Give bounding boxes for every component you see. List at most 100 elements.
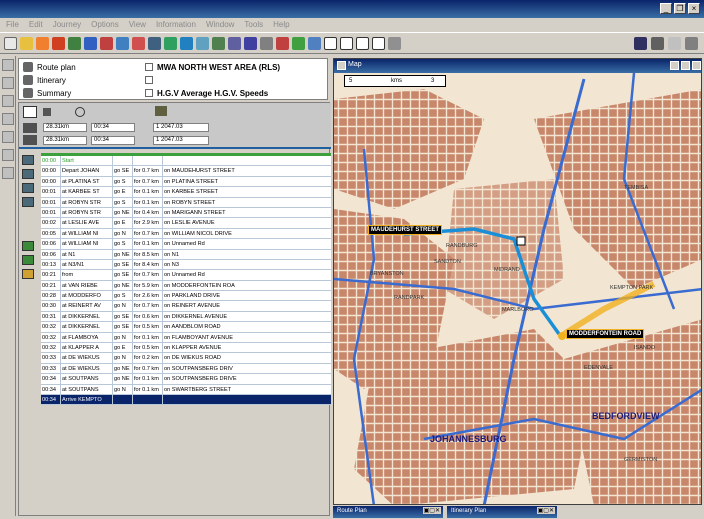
menu-information[interactable]: Information — [156, 20, 196, 30]
strip-button-3[interactable] — [2, 95, 14, 107]
table-row[interactable]: 00:06 at N1 go NE for 8.5 km on N1 — [41, 249, 331, 260]
minimize-button[interactable]: _ — [660, 3, 672, 14]
table-row[interactable]: 00:33 at DE WIEKUS go NE for 0.7 km on SOUTP… — [41, 363, 331, 375]
route-icon[interactable] — [36, 36, 49, 50]
table-row[interactable]: 00:02 at LESLIE AVE go Efor 2.9 km on LESLI… — [41, 218, 331, 229]
table-row[interactable]: 00:01 at ROBYN STR go Sfor 0.1 km on ROBYN … — [41, 197, 331, 208]
grid-icon[interactable] — [372, 36, 385, 50]
speed-checkbox[interactable] — [145, 89, 153, 97]
itinerary-window-controls[interactable]: ▣▢✕ — [536, 507, 555, 514]
table-row[interactable]: 00:00 Depart JOHAN go SE for 0.7 km on MAUDE… — [41, 166, 331, 177]
print-icon[interactable] — [148, 36, 161, 50]
side-tool-4[interactable] — [22, 197, 34, 207]
help-icon[interactable] — [668, 37, 681, 50]
route-plan-window-controls[interactable]: ▣▢✕ — [422, 507, 441, 514]
start-street-tag[interactable]: MAUDEHURST STREET — [368, 225, 443, 235]
end-marker[interactable] — [558, 332, 566, 340]
window-icon[interactable] — [324, 36, 337, 50]
summary-label[interactable]: Summary — [37, 89, 71, 98]
pin-icon[interactable] — [132, 36, 145, 50]
menu-help[interactable]: Help — [273, 20, 289, 30]
menu-file[interactable]: File — [6, 20, 19, 30]
arrow-icon[interactable] — [308, 36, 321, 50]
strip-button-1[interactable] — [2, 59, 14, 71]
strip-button-7[interactable] — [2, 167, 14, 179]
table-row[interactable]: 00:34 Arrive KEMPTO — [41, 394, 331, 406]
pan-icon[interactable] — [196, 36, 209, 50]
table-row[interactable]: 00:05 at WILLIAM NI go Nfor 0.7 km on WILLI… — [41, 228, 331, 240]
strip-button-2[interactable] — [2, 77, 14, 89]
table-row[interactable]: 00:06 at WILLIAM NI go Sfor 0.1 km on Unnam… — [41, 239, 331, 250]
table-row[interactable]: 00:30 at REINERT AV go Nfor 0.7 km on REINE… — [41, 301, 331, 312]
route-plan-label[interactable]: Route plan — [37, 63, 76, 72]
menu-options[interactable]: Options — [91, 20, 119, 30]
new-icon[interactable] — [4, 36, 17, 50]
table-row[interactable]: 00:33 at DE WIEKUS go Nfor 0.2 km on DE WIE… — [41, 353, 331, 364]
table-row[interactable]: 00:21 from go SE for 0.7 km on Unnamed Rd — [41, 270, 331, 281]
table-row[interactable]: 00:28 at MODDERFO go Sfor 2.6 km on PARKLAN… — [41, 291, 331, 302]
table-row[interactable]: 00:01 at KARBEE ST go Efor 0.1 km on KARBEE… — [41, 187, 331, 198]
settings-icon[interactable] — [84, 36, 97, 50]
cross-icon[interactable] — [276, 36, 289, 50]
map-maximize-button[interactable] — [681, 61, 690, 70]
restore-button[interactable]: ❐ — [674, 3, 686, 14]
strip-button-5[interactable] — [2, 131, 14, 143]
table-row[interactable]: 00:21 at VAN RIEBE go NE for 5.9 km on MODDE… — [41, 280, 331, 292]
truck-icon[interactable] — [212, 36, 225, 50]
flag-icon[interactable] — [100, 36, 113, 50]
map-canvas[interactable] — [334, 59, 702, 505]
cascade-icon[interactable] — [356, 36, 369, 50]
side-tool-2[interactable] — [22, 169, 34, 179]
key-icon[interactable] — [388, 36, 401, 50]
route-plan-minimized[interactable]: Route Plan ▣▢✕ — [333, 506, 443, 518]
table-row[interactable]: 00:01 at ROBYN STR go NE for 0.4 km on MARIG… — [41, 207, 331, 219]
itinerary-minimized[interactable]: Itinerary Plan ▣▢✕ — [447, 506, 557, 518]
menu-edit[interactable]: Edit — [29, 20, 43, 30]
itinerary-label[interactable]: Itinerary — [37, 76, 66, 85]
plus-icon[interactable] — [292, 36, 305, 50]
side-tool-1[interactable] — [22, 155, 34, 165]
table-row[interactable]: 00:32 at DIKKERNEL go SE for 0.5 km on AANDB… — [41, 322, 331, 333]
stop-icon[interactable] — [52, 36, 65, 50]
menu-view[interactable]: View — [129, 20, 146, 30]
pencil-icon[interactable] — [260, 36, 273, 50]
globe-icon[interactable] — [116, 36, 129, 50]
map-system-icon[interactable] — [337, 61, 346, 70]
strip-button-4[interactable] — [2, 113, 14, 125]
close-button[interactable]: × — [688, 3, 700, 14]
map-icon[interactable] — [164, 36, 177, 50]
strip-button-6[interactable] — [2, 149, 14, 161]
menu-window[interactable]: Window — [206, 20, 234, 30]
row-description: at PLATINA ST — [61, 176, 113, 187]
menu-tools[interactable]: Tools — [244, 20, 263, 30]
end-street-tag[interactable]: MODDERFONTEIN ROAD — [566, 329, 645, 339]
table-row[interactable]: 00:00 at PLATINA ST go Sfor 0.7 km on PLATI… — [41, 176, 331, 188]
poi-marker[interactable] — [516, 236, 526, 246]
map-minimize-button[interactable] — [670, 61, 679, 70]
side-tool-3[interactable] — [22, 183, 34, 193]
table-row[interactable]: 00:34 at SOUTPANS go NE for 0.1 km on SOUTPA… — [41, 374, 331, 385]
table-row[interactable]: 00:34 at SOUTPANS go Nfor 0.1 km on SWARTBE… — [41, 384, 331, 395]
save-icon[interactable] — [634, 37, 647, 50]
exit-icon[interactable] — [685, 37, 698, 50]
side-tool-7[interactable] — [22, 269, 34, 279]
side-tool-6[interactable] — [22, 255, 34, 265]
print-preview-icon[interactable] — [651, 37, 664, 50]
vehicle-icon[interactable] — [68, 36, 81, 50]
table-row[interactable]: 00:32 at KLAPPER Ago Efor 0.5 km on KLAPPE… — [41, 343, 331, 354]
side-tool-5[interactable] — [22, 241, 34, 251]
table-row[interactable]: 00:13 at N3/N1 go SE for 8.4 km on N3 — [41, 259, 331, 271]
zoom-icon[interactable] — [180, 36, 193, 50]
table-row[interactable]: 00:00 Start — [41, 156, 331, 167]
blank-checkbox-1[interactable] — [145, 76, 153, 84]
map-close-button[interactable] — [692, 61, 701, 70]
tile-icon[interactable] — [340, 36, 353, 50]
pointer-icon[interactable] — [23, 106, 37, 118]
open-icon[interactable] — [20, 36, 33, 50]
area-checkbox[interactable] — [145, 63, 153, 71]
info-icon[interactable] — [244, 36, 257, 50]
layers-icon[interactable] — [228, 36, 241, 50]
table-row[interactable]: 00:32 at FLAMBOYA go Nfor 0.1 km on FLAMBOY… — [41, 332, 331, 344]
table-row[interactable]: 00:31 at DIKKERNEL go SE for 0.6 km on DIKKE… — [41, 311, 331, 323]
menu-journey[interactable]: Journey — [53, 20, 81, 30]
